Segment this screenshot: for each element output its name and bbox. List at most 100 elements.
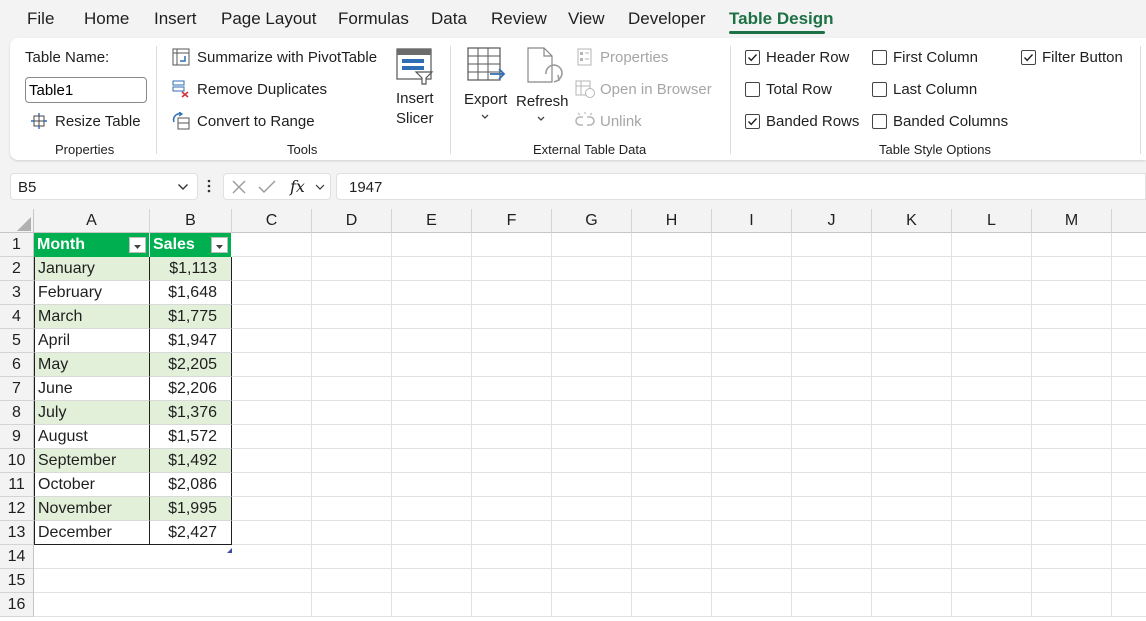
sales-cell[interactable]: $2,086	[150, 473, 232, 497]
name-box[interactable]: B5	[10, 173, 198, 200]
tab-page-layout[interactable]: Page Layout	[221, 9, 316, 29]
tab-home[interactable]: Home	[84, 9, 129, 29]
row-header-3[interactable]: 3	[0, 281, 34, 305]
row-header-15[interactable]: 15	[0, 569, 34, 593]
month-cell[interactable]: January	[34, 257, 150, 281]
first-column-checkbox[interactable]	[872, 50, 887, 65]
header-row-checkbox[interactable]	[745, 50, 760, 65]
table-name-label: Table Name:	[25, 49, 110, 66]
month-cell[interactable]: September	[34, 449, 150, 473]
row-header-12[interactable]: 12	[0, 497, 34, 521]
table-name-input[interactable]	[25, 77, 147, 103]
sales-cell[interactable]: $2,206	[150, 377, 232, 401]
active-tab-indicator	[729, 31, 825, 34]
total-row-checkbox[interactable]	[745, 82, 760, 97]
column-header-i[interactable]: I	[712, 209, 792, 233]
column-header-m[interactable]: M	[1032, 209, 1112, 233]
remove-duplicates-icon	[172, 80, 189, 98]
tab-insert[interactable]: Insert	[154, 9, 197, 29]
table-resize-handle[interactable]	[227, 540, 232, 558]
row-header-2[interactable]: 2	[0, 257, 34, 281]
table-header-cell[interactable]: Sales	[150, 233, 232, 257]
month-cell[interactable]: April	[34, 329, 150, 353]
gridline	[232, 376, 1146, 377]
filter-dropdown-icon[interactable]	[129, 237, 146, 253]
row-header-14[interactable]: 14	[0, 545, 34, 569]
row-header-10[interactable]: 10	[0, 449, 34, 473]
gridline	[232, 304, 1146, 305]
tab-review[interactable]: Review	[491, 9, 547, 29]
sales-cell[interactable]: $1,995	[150, 497, 232, 521]
cancel-icon[interactable]	[231, 179, 247, 195]
column-header-l[interactable]: L	[952, 209, 1032, 233]
filter-dropdown-icon[interactable]	[211, 237, 228, 253]
month-cell[interactable]: July	[34, 401, 150, 425]
sales-cell[interactable]: $1,947	[150, 329, 232, 353]
sales-cell[interactable]: $1,648	[150, 281, 232, 305]
formula-input[interactable]: 1947	[336, 173, 1146, 200]
filter-button-checkbox[interactable]	[1021, 50, 1036, 65]
month-cell[interactable]: August	[34, 425, 150, 449]
tab-file[interactable]: File	[27, 9, 54, 29]
row-header-16[interactable]: 16	[0, 593, 34, 617]
column-header-k[interactable]: K	[872, 209, 952, 233]
column-header-filler	[1112, 209, 1146, 233]
group-separator	[156, 46, 157, 154]
sales-cell[interactable]: $1,775	[150, 305, 232, 329]
column-header-j[interactable]: J	[792, 209, 872, 233]
column-header-e[interactable]: E	[392, 209, 472, 233]
chevron-down-icon[interactable]	[315, 184, 325, 191]
chevron-down-icon[interactable]	[177, 183, 189, 191]
more-options-icon[interactable]	[207, 178, 211, 194]
column-header-f[interactable]: F	[472, 209, 552, 233]
month-cell[interactable]: October	[34, 473, 150, 497]
sales-cell[interactable]: $1,492	[150, 449, 232, 473]
banded-rows-checkbox[interactable]	[745, 114, 760, 129]
month-cell[interactable]: May	[34, 353, 150, 377]
banded-columns-checkbox[interactable]	[872, 114, 887, 129]
resize-table-label: Resize Table	[55, 113, 141, 130]
tab-view[interactable]: View	[568, 9, 605, 29]
last-column-checkbox[interactable]	[872, 82, 887, 97]
row-header-4[interactable]: 4	[0, 305, 34, 329]
insert-function-icon[interactable]: fx	[290, 177, 305, 196]
column-header-d[interactable]: D	[312, 209, 392, 233]
properties-group-label: Properties	[55, 142, 115, 157]
column-header-b[interactable]: B	[150, 209, 232, 233]
row-header-5[interactable]: 5	[0, 329, 34, 353]
sales-cell[interactable]: $1,376	[150, 401, 232, 425]
unlink-label: Unlink	[600, 113, 642, 130]
row-header-1[interactable]: 1	[0, 233, 34, 257]
month-cell[interactable]: June	[34, 377, 150, 401]
tab-developer[interactable]: Developer	[628, 9, 706, 29]
column-header-g[interactable]: G	[552, 209, 632, 233]
export-label: Export	[464, 91, 508, 108]
row-header-6[interactable]: 6	[0, 353, 34, 377]
row-header-8[interactable]: 8	[0, 401, 34, 425]
row-header-13[interactable]: 13	[0, 521, 34, 545]
sales-cell[interactable]: $1,572	[150, 425, 232, 449]
group-separator	[450, 46, 451, 154]
sales-cell[interactable]: $1,113	[150, 257, 232, 281]
tab-formulas[interactable]: Formulas	[338, 9, 409, 29]
tab-table-design[interactable]: Table Design	[729, 9, 834, 29]
enter-icon[interactable]	[258, 179, 276, 195]
table-header-cell[interactable]: Month	[34, 233, 150, 257]
gridline	[871, 233, 872, 617]
month-cell[interactable]: February	[34, 281, 150, 305]
sales-cell[interactable]: $2,427	[150, 521, 232, 545]
row-header-11[interactable]: 11	[0, 473, 34, 497]
month-cell[interactable]: November	[34, 497, 150, 521]
select-all-corner[interactable]	[0, 209, 34, 233]
column-header-h[interactable]: H	[632, 209, 712, 233]
properties-label: Properties	[600, 49, 669, 66]
worksheet-grid[interactable]: ABCDEFGHIJKLM 1 2 3 4 5 6 7 8 9 10 11 12 13 14 15 16 Mo…	[0, 209, 1146, 621]
row-header-7[interactable]: 7	[0, 377, 34, 401]
month-cell[interactable]: March	[34, 305, 150, 329]
sales-cell[interactable]: $2,205	[150, 353, 232, 377]
column-header-c[interactable]: C	[232, 209, 312, 233]
row-header-9[interactable]: 9	[0, 425, 34, 449]
month-cell[interactable]: December	[34, 521, 150, 545]
column-header-a[interactable]: A	[34, 209, 150, 233]
tab-data[interactable]: Data	[431, 9, 467, 29]
